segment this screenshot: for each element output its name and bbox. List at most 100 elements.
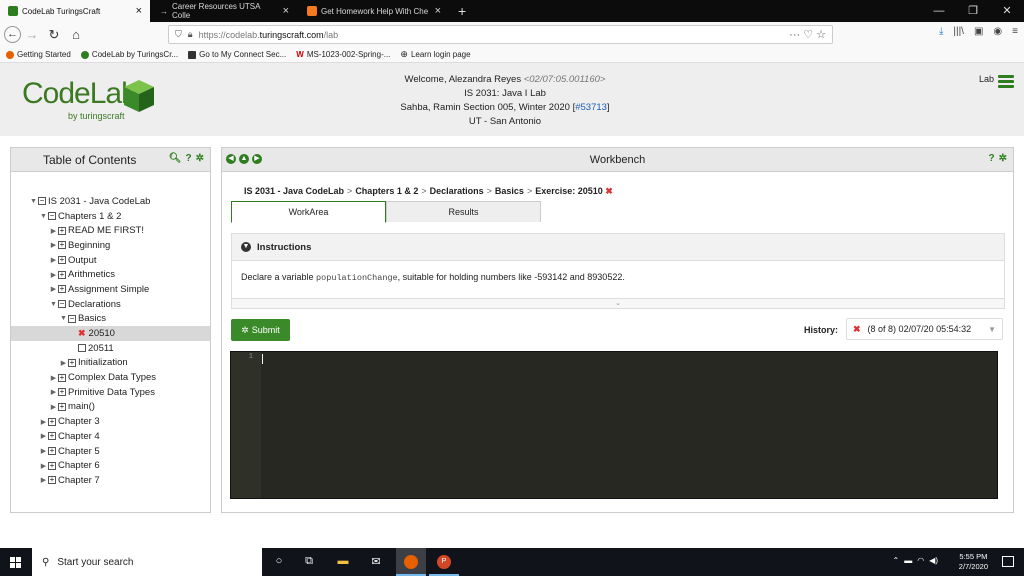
bookmark-getting-started[interactable]: Getting Started <box>6 50 71 59</box>
toc-item[interactable]: ✖ 20510 <box>11 326 210 341</box>
toc-item[interactable]: ▶ + Arithmetics <box>11 267 210 282</box>
browser-tab-codelab[interactable]: CodeLab TuringsCraft × <box>0 0 150 22</box>
expand-right-icon[interactable]: ▶ <box>59 359 68 367</box>
expand-down-icon[interactable]: ▼ <box>29 198 38 205</box>
expand-right-icon[interactable]: ▶ <box>49 388 58 396</box>
expand-box-icon[interactable]: + <box>48 476 56 485</box>
expand-right-icon[interactable]: ▶ <box>49 403 58 411</box>
toc-item[interactable]: ▶ + READ ME FIRST! <box>11 223 210 238</box>
expand-box-icon[interactable]: + <box>68 358 76 367</box>
toc-item[interactable]: ▶ + Chapter 3 <box>11 414 210 429</box>
minimize-icon[interactable]: — <box>922 0 956 22</box>
collapse-box-icon[interactable]: − <box>68 314 76 323</box>
expand-box-icon[interactable]: + <box>48 432 56 441</box>
toc-item[interactable]: 20511 <box>11 341 210 356</box>
windows-start-icon[interactable] <box>10 557 21 568</box>
tab-workarea[interactable]: WorkArea <box>231 201 386 223</box>
expand-right-icon[interactable]: ▶ <box>49 374 58 382</box>
wifi-icon[interactable]: ◠ <box>917 556 924 565</box>
library-icon[interactable]: |||\ <box>953 26 964 37</box>
page-actions-icon[interactable]: ··· ♡ ☆ <box>789 28 826 41</box>
expand-down-icon[interactable]: ▼ <box>39 213 48 220</box>
chevron-up-icon[interactable]: ⌃ <box>892 556 899 565</box>
toc-item[interactable]: ▶ + Chapter 6 <box>11 458 210 473</box>
collapse-box-icon[interactable]: − <box>58 300 66 309</box>
toc-item[interactable]: ▶ + Initialization <box>11 356 210 371</box>
back-icon[interactable]: ← <box>4 26 21 43</box>
toc-item[interactable]: ▼ − Chapters 1 & 2 <box>11 209 210 224</box>
expand-right-icon[interactable]: ▶ <box>49 271 58 279</box>
expand-right-icon[interactable]: ▶ <box>49 285 58 293</box>
collapse-box-icon[interactable]: − <box>38 197 46 206</box>
clock[interactable]: 5:55 PM 2/7/2020 <box>959 552 988 572</box>
codelab-logo[interactable]: CodeLab <box>22 77 138 111</box>
hamburger-menu-icon[interactable] <box>998 75 1014 89</box>
toc-item[interactable]: ▶ + Chapter 4 <box>11 429 210 444</box>
expand-right-icon[interactable]: ▶ <box>39 476 48 484</box>
toc-item[interactable]: ▼ − Declarations <box>11 297 210 312</box>
expand-down-icon[interactable]: ▼ <box>59 315 68 322</box>
close-tab-icon[interactable]: × <box>435 5 441 17</box>
expand-right-icon[interactable]: ▶ <box>49 241 58 249</box>
section-link[interactable]: #53713 <box>575 102 607 113</box>
gear-icon[interactable]: ✲ <box>196 153 204 164</box>
lab-link[interactable]: Lab <box>979 74 994 84</box>
breadcrumb-item[interactable]: Declarations <box>430 186 484 196</box>
expand-box-icon[interactable]: + <box>58 270 66 279</box>
expand-box-icon[interactable]: + <box>58 388 66 397</box>
expand-right-icon[interactable]: ▶ <box>39 432 48 440</box>
toc-item[interactable]: ▼ − IS 2031 - Java CodeLab <box>11 194 210 209</box>
mail-icon[interactable]: ✉ <box>369 555 383 569</box>
expand-right-icon[interactable]: ▶ <box>39 462 48 470</box>
expand-right-icon[interactable]: ▶ <box>39 447 48 455</box>
browser-tab-career[interactable]: → Career Resources UTSA Colle × <box>152 0 297 22</box>
chevron-down-icon[interactable]: ▼ <box>241 242 251 252</box>
download-icon[interactable]: ⤓ <box>939 26 943 37</box>
expand-right-icon[interactable]: ▶ <box>39 418 48 426</box>
home-icon[interactable]: ⌂ <box>65 27 87 42</box>
notifications-icon[interactable] <box>1002 556 1014 567</box>
volume-icon[interactable]: ◀) <box>929 556 938 565</box>
close-window-icon[interactable]: ✕ <box>990 0 1024 22</box>
history-select[interactable]: ✖ (8 of 8) 02/07/20 05:54:32 ▼ <box>846 318 1003 340</box>
toc-item[interactable]: ▼ − Basics <box>11 312 210 327</box>
tab-results[interactable]: Results <box>386 201 541 222</box>
expand-box-icon[interactable]: + <box>58 241 66 250</box>
expand-box-icon[interactable]: + <box>48 417 56 426</box>
new-tab-button[interactable]: + <box>450 0 472 22</box>
bookmark-learn-login[interactable]: ⊕ Learn login page <box>400 49 470 60</box>
task-view-icon[interactable]: ⧉ <box>302 555 316 569</box>
reload-icon[interactable]: ↻ <box>43 27 65 43</box>
bookmark-connect[interactable]: Go to My Connect Sec... <box>188 50 286 59</box>
account-icon[interactable]: ◉ <box>993 26 1002 37</box>
menu-icon[interactable]: ≡ <box>1012 26 1018 37</box>
powerpoint-taskbar-button[interactable]: P <box>429 548 459 576</box>
toc-item[interactable]: ▶ + Complex Data Types <box>11 370 210 385</box>
help-icon[interactable]: ? <box>186 153 192 164</box>
forward-icon[interactable]: → <box>21 27 43 42</box>
instructions-header[interactable]: ▼ Instructions <box>232 234 1004 261</box>
file-explorer-icon[interactable]: ▬ <box>336 555 350 569</box>
breadcrumb-item[interactable]: Basics <box>495 186 524 196</box>
submit-button[interactable]: ✲ Submit <box>231 319 290 341</box>
toc-item[interactable]: ▶ + main() <box>11 400 210 415</box>
toc-item[interactable]: ▶ + Assignment Simple <box>11 282 210 297</box>
expand-box-icon[interactable]: + <box>58 226 66 235</box>
restore-icon[interactable]: ❐ <box>956 0 990 22</box>
search-icon[interactable]: 🔍︎ <box>169 153 182 164</box>
expand-box-icon[interactable]: + <box>48 447 56 456</box>
taskbar-search-box[interactable]: ⚲ Start your search <box>32 548 262 576</box>
code-editor[interactable]: 1 <box>230 351 998 499</box>
breadcrumb-item[interactable]: Chapters 1 & 2 <box>355 186 418 196</box>
expand-box-icon[interactable]: + <box>48 461 56 470</box>
close-tab-icon[interactable]: × <box>136 5 142 17</box>
firefox-taskbar-button[interactable] <box>396 548 426 576</box>
expand-chevron-icon[interactable]: ⌄ <box>232 298 1004 308</box>
gear-icon[interactable]: ✲ <box>999 153 1007 164</box>
toc-item[interactable]: ▶ + Beginning <box>11 238 210 253</box>
cortana-icon[interactable]: ○ <box>272 555 286 569</box>
toc-item[interactable]: ▶ + Primitive Data Types <box>11 385 210 400</box>
help-icon[interactable]: ? <box>989 153 995 164</box>
expand-box-icon[interactable]: + <box>58 285 66 294</box>
close-tab-icon[interactable]: × <box>283 5 289 17</box>
